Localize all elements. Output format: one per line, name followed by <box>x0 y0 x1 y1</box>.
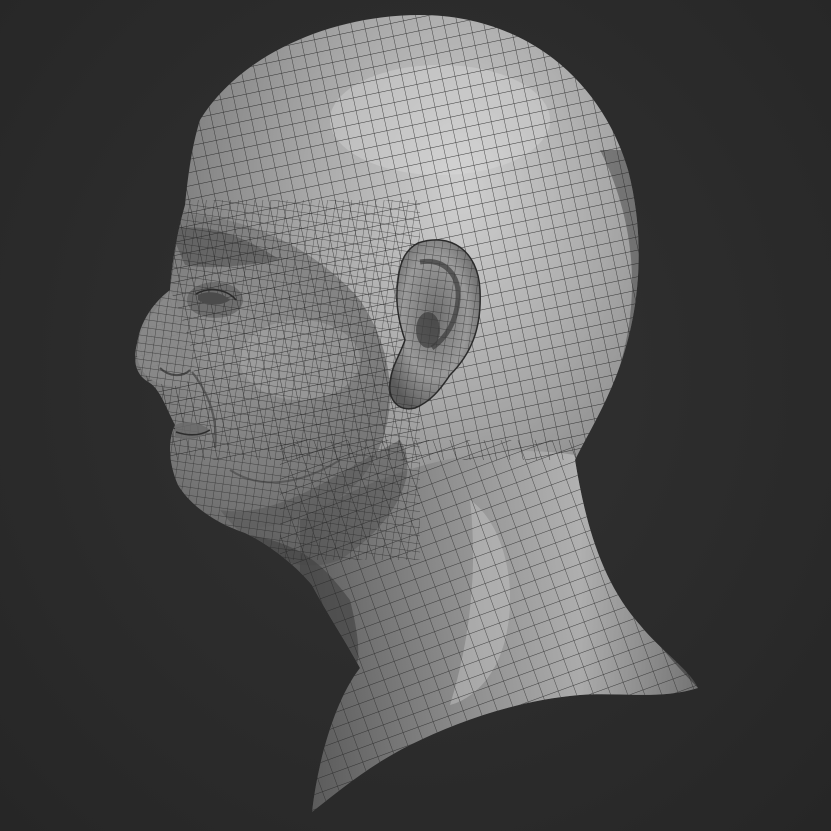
3d-viewport[interactable] <box>0 0 831 831</box>
head-mesh <box>135 15 698 812</box>
head-sculpt-render <box>135 15 698 812</box>
